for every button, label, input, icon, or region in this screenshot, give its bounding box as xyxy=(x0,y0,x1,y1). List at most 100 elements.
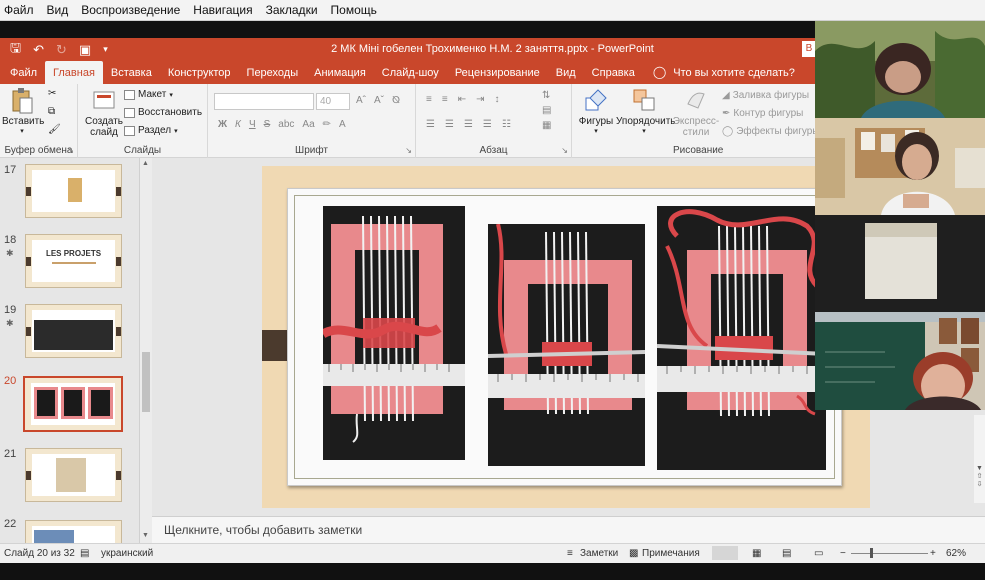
reset-button[interactable]: Восстановить xyxy=(124,107,202,118)
italic-button[interactable]: К xyxy=(235,119,241,130)
shape-outline-button[interactable]: ✒ Контур фигуры xyxy=(722,108,803,119)
weaving-photo-2[interactable] xyxy=(488,224,645,466)
decrease-indent-icon[interactable]: ⇤ xyxy=(458,94,466,105)
comments-button[interactable]: Примечания xyxy=(642,548,700,559)
zoom-level[interactable]: 62% xyxy=(946,548,966,559)
slideshow-view-icon[interactable]: ▭ xyxy=(814,548,823,559)
scroll-down-icon[interactable]: ▼ xyxy=(974,465,985,472)
new-slide-button[interactable]: Создать слайд xyxy=(82,88,126,138)
shrink-font-icon[interactable]: Aˇ xyxy=(374,95,384,106)
font-size-combo[interactable]: 40 xyxy=(316,93,350,110)
font-name-combo[interactable] xyxy=(214,93,314,110)
start-slideshow-icon[interactable]: ▣ xyxy=(79,42,91,58)
layout-button[interactable]: Макет ▾ xyxy=(124,89,173,100)
zoom-out-icon[interactable]: − xyxy=(840,548,846,559)
numbering-icon[interactable]: ≡ xyxy=(442,94,448,105)
paragraph-launcher-icon[interactable]: ↘ xyxy=(561,146,568,155)
align-center-icon[interactable]: ☰ xyxy=(445,119,454,130)
notes-pane[interactable]: Щелкните, чтобы добавить заметки xyxy=(152,516,985,543)
quick-styles-button[interactable]: Экспресс- стили xyxy=(672,88,720,138)
slide-thumbnail-17[interactable] xyxy=(25,164,122,218)
player-menu-navigation[interactable]: Навигация xyxy=(193,3,252,17)
player-menu-playback[interactable]: Воспроизведение xyxy=(81,3,180,17)
cut-icon[interactable]: ✂ xyxy=(48,88,56,99)
video-tile-1[interactable] xyxy=(815,21,985,118)
weaving-photo-1[interactable] xyxy=(323,206,465,460)
next-slide-icon[interactable]: ⇩ xyxy=(974,480,985,488)
underline-button[interactable]: Ч xyxy=(249,119,256,130)
paste-button[interactable]: Вставить ▾ xyxy=(2,88,44,135)
bullets-icon[interactable]: ≡ xyxy=(426,94,432,105)
clipboard-launcher-icon[interactable]: ↘ xyxy=(67,146,74,155)
copy-icon[interactable]: ⧉ xyxy=(48,106,55,117)
notes-toggle-button[interactable]: Заметки xyxy=(580,548,618,559)
slide-thumbnail-18[interactable]: LES PROJETS xyxy=(25,234,122,288)
slide-thumbnail-21[interactable] xyxy=(25,448,122,502)
slide-thumbnail-19[interactable] xyxy=(25,304,122,358)
normal-view-button[interactable] xyxy=(712,546,738,560)
change-case-button[interactable]: Aa xyxy=(302,119,314,130)
strikethrough-button[interactable]: S xyxy=(264,119,271,130)
smartart-icon[interactable]: ▦ xyxy=(542,120,551,131)
character-spacing-button[interactable]: abc xyxy=(278,119,294,130)
tab-home[interactable]: Главная xyxy=(45,61,103,84)
columns-icon[interactable]: ☷ xyxy=(502,119,511,130)
font-launcher-icon[interactable]: ↘ xyxy=(405,146,412,155)
language-indicator[interactable]: украинский xyxy=(101,548,153,559)
thumbnails-scrollbar[interactable]: ▲ ▼ xyxy=(139,158,152,543)
tab-help[interactable]: Справка xyxy=(584,61,643,84)
shapes-button[interactable]: Фигуры ▾ xyxy=(576,88,616,135)
customize-qat-icon[interactable]: ▾ xyxy=(103,44,108,55)
grow-font-icon[interactable]: Aˆ xyxy=(356,95,366,106)
clear-format-icon[interactable]: ⦰ xyxy=(392,95,400,106)
previous-slide-icon[interactable]: ⇧ xyxy=(974,472,985,480)
tab-insert[interactable]: Вставка xyxy=(103,61,160,84)
zoom-slider-handle[interactable] xyxy=(870,548,873,558)
increase-indent-icon[interactable]: ⇥ xyxy=(476,94,484,105)
zoom-in-icon[interactable]: + xyxy=(930,548,936,559)
align-text-icon[interactable]: ▤ xyxy=(542,105,551,116)
justify-icon[interactable]: ☰ xyxy=(483,119,492,130)
tab-view[interactable]: Вид xyxy=(548,61,584,84)
player-menu-file[interactable]: Файл xyxy=(4,3,34,17)
shape-effects-button[interactable]: ◯ Эффекты фигуры xyxy=(722,126,820,137)
zoom-slider-track[interactable] xyxy=(851,553,928,554)
slide-thumbnails-pane[interactable]: 17 18 ✱ LES PROJETS 19 ✱ 20 21 22 ▲ ▼ xyxy=(0,158,152,544)
bold-button[interactable]: Ж xyxy=(218,119,227,130)
video-tile-3[interactable] xyxy=(815,215,985,312)
undo-icon[interactable]: ↶ xyxy=(33,42,44,58)
video-tile-4[interactable] xyxy=(815,312,985,410)
tab-design[interactable]: Конструктор xyxy=(160,61,239,84)
sign-in-button[interactable]: В xyxy=(802,41,816,57)
align-left-icon[interactable]: ☰ xyxy=(426,119,435,130)
align-right-icon[interactable]: ☰ xyxy=(464,119,473,130)
save-icon[interactable]: 🖫 xyxy=(10,39,21,61)
font-color-icon[interactable]: A xyxy=(339,119,346,130)
tab-transitions[interactable]: Переходы xyxy=(239,61,307,84)
current-slide[interactable] xyxy=(262,166,870,508)
tab-review[interactable]: Рецензирование xyxy=(447,61,548,84)
slide-sorter-icon[interactable]: ▦ xyxy=(752,548,761,559)
player-menu-view[interactable]: Вид xyxy=(47,3,69,17)
player-menu-help[interactable]: Помощь xyxy=(331,3,377,17)
scroll-up-icon[interactable]: ▲ xyxy=(142,160,149,167)
highlight-icon[interactable]: ✏ xyxy=(323,119,331,130)
spellcheck-icon[interactable]: ▤ xyxy=(80,548,89,559)
weaving-photo-3[interactable] xyxy=(657,206,826,470)
shape-fill-button[interactable]: ◢ Заливка фигуры xyxy=(722,90,809,101)
redo-icon[interactable]: ↻ xyxy=(56,42,67,58)
line-spacing-icon[interactable]: ↕ xyxy=(494,94,499,105)
video-tile-2[interactable] xyxy=(815,118,985,215)
player-menu-bookmarks[interactable]: Закладки xyxy=(266,3,318,17)
arrange-button[interactable]: Упорядочить ▾ xyxy=(616,88,676,135)
scrollbar-thumb[interactable] xyxy=(142,352,150,412)
tell-me-box[interactable]: ◯ Что вы хотите сделать? xyxy=(653,65,795,84)
text-direction-icon[interactable]: ⇅ xyxy=(542,90,551,101)
slide-thumbnail-22[interactable] xyxy=(25,520,122,544)
section-button[interactable]: Раздел ▾ xyxy=(124,125,178,136)
slide-thumbnail-20[interactable] xyxy=(23,376,123,432)
format-painter-icon[interactable]: 🖌 xyxy=(48,124,61,135)
scroll-down-icon[interactable]: ▼ xyxy=(142,532,149,539)
tab-slideshow[interactable]: Слайд-шоу xyxy=(374,61,447,84)
reading-view-icon[interactable]: ▤ xyxy=(782,548,791,559)
